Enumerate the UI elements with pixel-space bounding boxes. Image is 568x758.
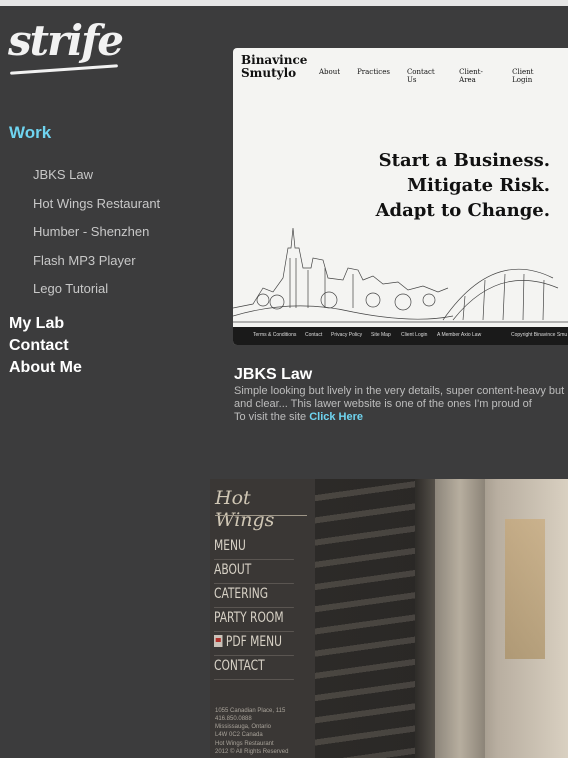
s1-nav-practices: Practices [357, 68, 390, 76]
s1-headline-line2: Mitigate Risk. [407, 175, 550, 196]
pdf-icon [214, 635, 223, 647]
restaurant-photo [315, 479, 568, 758]
s2-logo-underline [215, 515, 307, 516]
s1-footer: Terms & Conditions Contact Privacy Polic… [233, 327, 568, 345]
nav-my-lab[interactable]: My Lab [9, 314, 82, 336]
s2-sidebar: Hot Wings MENU ABOUT CATERING PARTY ROOM… [210, 479, 315, 758]
work-subnav: JBKS Law Hot Wings Restaurant Humber - S… [33, 166, 160, 309]
s1-nav-about: About [319, 68, 341, 76]
subnav-item-jbks[interactable]: JBKS Law [33, 166, 160, 195]
s2-menu-item: ABOUT [214, 560, 294, 584]
s2-menu: MENU ABOUT CATERING PARTY ROOM PDF MENU … [214, 536, 308, 680]
s1-footer-member: A Member Axio Law [437, 332, 482, 338]
top-strip [0, 0, 568, 6]
s1-nav-client-login: Client Login [512, 68, 534, 84]
visit-link[interactable]: Click Here [309, 411, 363, 423]
s2-menu-item: CONTACT [214, 656, 294, 680]
subnav-item-lego[interactable]: Lego Tutorial [33, 280, 160, 309]
nav-about-me[interactable]: About Me [9, 358, 82, 380]
nav-contact[interactable]: Contact [9, 336, 82, 358]
project-title: JBKS Law [234, 366, 313, 383]
s1-brand-line2: Smutylo [241, 66, 297, 80]
s1-footer-terms: Terms & Conditions [253, 332, 297, 338]
wood-slats [315, 479, 415, 758]
s2-menu-pdf-label: PDF MENU [225, 634, 283, 650]
s1-footer-sitemap: Site Map [371, 332, 391, 338]
project-visit: To visit the site Click Here [234, 411, 363, 423]
s2-logo: Hot Wings [215, 487, 275, 531]
s1-brand: Binavince Smutylo [241, 54, 307, 80]
visit-prefix: To visit the site [234, 411, 307, 423]
site-logo[interactable]: strife [8, 20, 124, 62]
s2-address-line: 416.850.0888 [215, 716, 252, 722]
s1-footer-login: Client Login [401, 332, 428, 338]
project-description: Simple looking but lively in the very de… [234, 385, 565, 410]
s2-address-line: Mississauga, Ontario [215, 724, 272, 730]
s1-footer-contact: Contact [305, 332, 323, 338]
s1-nav-client-area: Client-Area [459, 68, 483, 84]
s2-copyright-line: Hot Wings Restaurant [215, 741, 274, 747]
project-screenshot-jbks[interactable]: Binavince Smutylo About Practices Contac… [233, 48, 568, 345]
s2-menu-item: CATERING [214, 584, 294, 608]
s2-menu-item: PARTY ROOM [214, 608, 294, 632]
s2-copyright-line: 2012 © All Rights Reserved [215, 749, 289, 755]
s2-menu-item-pdf: PDF MENU [214, 632, 294, 656]
s2-menu-item: MENU [214, 536, 294, 560]
subnav-item-flash-player[interactable]: Flash MP3 Player [33, 252, 160, 281]
s1-footer-copyright: Copyright Binavince Smu [511, 332, 568, 338]
s1-footer-privacy: Privacy Policy [331, 332, 363, 338]
subnav-item-hot-wings[interactable]: Hot Wings Restaurant [33, 195, 160, 224]
lamp [505, 519, 545, 659]
pillar [435, 479, 485, 758]
project-screenshot-hot-wings[interactable]: Hot Wings MENU ABOUT CATERING PARTY ROOM… [210, 479, 568, 758]
s1-nav: About Practices Contact Us Client-Area C… [319, 68, 568, 84]
s2-address-line: L4W 0C2 Canada [215, 732, 263, 738]
subnav-item-humber[interactable]: Humber - Shenzhen [33, 223, 160, 252]
s1-nav-contact: Contact Us [406, 68, 435, 84]
nav-work[interactable]: Work [9, 123, 51, 143]
s2-copyright: Hot Wings Restaurant 2012 © All Rights R… [215, 740, 288, 756]
logo-underline [10, 64, 118, 75]
s2-address: 1055 Canadian Place, 115 416.850.0888 Mi… [215, 707, 285, 739]
s1-headline-line1: Start a Business. [378, 150, 550, 171]
main-nav: My Lab Contact About Me [9, 314, 82, 380]
s2-address-line: 1055 Canadian Place, 115 [215, 708, 286, 714]
city-skyline-sketch [233, 227, 568, 323]
